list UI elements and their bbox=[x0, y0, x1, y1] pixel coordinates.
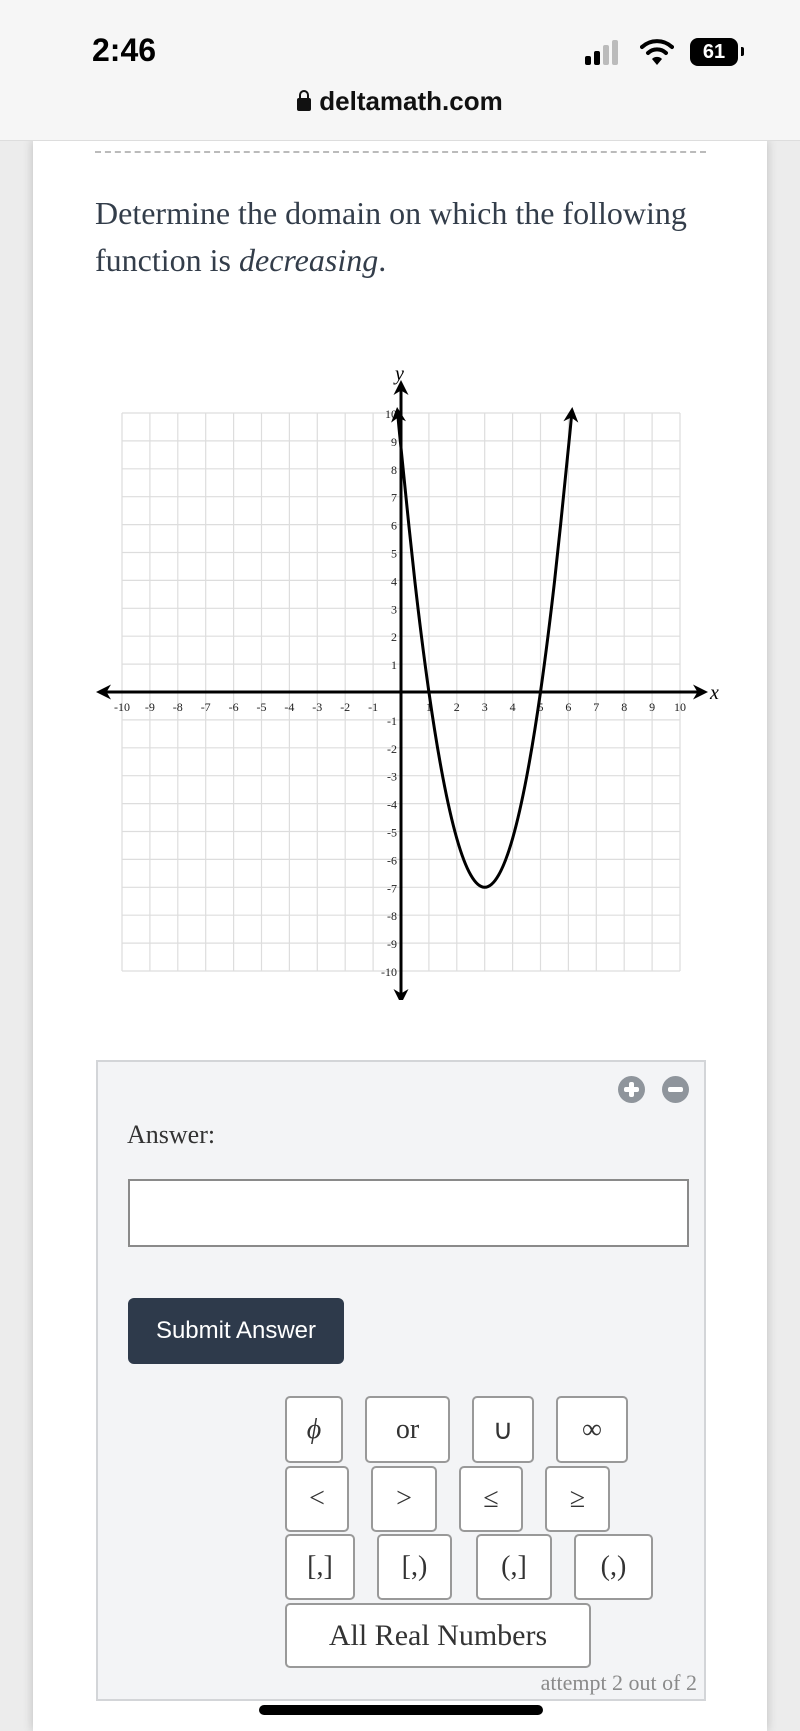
x-tick-label: 3 bbox=[482, 700, 488, 714]
y-tick-label: 4 bbox=[391, 574, 397, 588]
x-tick-label: -6 bbox=[229, 700, 239, 714]
key-infinity[interactable]: ∞ bbox=[556, 1396, 628, 1463]
key-open-interval[interactable]: (,) bbox=[574, 1534, 653, 1600]
y-tick-label: -10 bbox=[381, 965, 397, 979]
x-tick-label: -4 bbox=[284, 700, 294, 714]
cellular-signal-icon bbox=[585, 40, 618, 65]
y-tick-label: -4 bbox=[387, 798, 397, 812]
y-tick-label: 8 bbox=[391, 463, 397, 477]
key-all-real-numbers[interactable]: All Real Numbers bbox=[285, 1603, 591, 1668]
key-or[interactable]: or bbox=[365, 1396, 450, 1463]
home-indicator[interactable] bbox=[259, 1705, 543, 1715]
key-open-closed-interval[interactable]: (,] bbox=[476, 1534, 552, 1600]
x-tick-label: -8 bbox=[173, 700, 183, 714]
status-bar: 2:46 61 deltamath.com bbox=[0, 0, 800, 141]
y-tick-label: -5 bbox=[387, 826, 397, 840]
y-tick-label: 1 bbox=[391, 658, 397, 672]
y-tick-label: 3 bbox=[391, 602, 397, 616]
y-tick-label: -6 bbox=[387, 853, 397, 867]
x-tick-label: -10 bbox=[114, 700, 130, 714]
key-closed-open-interval[interactable]: [,) bbox=[377, 1534, 452, 1600]
y-tick-label: 2 bbox=[391, 630, 397, 644]
address-bar[interactable]: deltamath.com bbox=[0, 86, 800, 117]
y-tick-label: -1 bbox=[387, 714, 397, 728]
key-union[interactable]: ∪ bbox=[472, 1396, 534, 1463]
y-axis-label: y bbox=[393, 363, 404, 385]
key-greater-than[interactable]: > bbox=[371, 1466, 437, 1532]
question-suffix: . bbox=[378, 242, 387, 278]
question-emphasis: decreasing bbox=[238, 242, 379, 278]
lock-icon bbox=[297, 90, 312, 111]
attempt-counter: attempt 2 out of 2 bbox=[540, 1670, 697, 1695]
battery-indicator: 61 bbox=[690, 38, 738, 66]
answer-label: Answer: bbox=[127, 1120, 216, 1149]
key-greater-equal[interactable]: ≥ bbox=[545, 1466, 610, 1532]
x-tick-label: 4 bbox=[510, 700, 516, 714]
y-tick-label: -8 bbox=[387, 909, 397, 923]
y-tick-label: 10 bbox=[385, 407, 397, 421]
y-tick-label: 5 bbox=[391, 547, 397, 561]
x-tick-label: 9 bbox=[649, 700, 655, 714]
wifi-icon bbox=[640, 39, 674, 65]
y-tick-label: 6 bbox=[391, 519, 397, 533]
clock: 2:46 bbox=[92, 32, 157, 68]
x-tick-label: 8 bbox=[621, 700, 627, 714]
x-tick-label: 2 bbox=[454, 700, 460, 714]
x-tick-label: 7 bbox=[593, 700, 599, 714]
battery-nub bbox=[741, 47, 744, 56]
key-less-than[interactable]: < bbox=[285, 1466, 349, 1532]
url-text: deltamath.com bbox=[319, 86, 503, 116]
x-tick-label: 6 bbox=[565, 700, 571, 714]
x-tick-label: -7 bbox=[201, 700, 211, 714]
question-text: Determine the domain on which the follow… bbox=[95, 190, 715, 284]
y-tick-label: -2 bbox=[387, 742, 397, 756]
submit-answer-button[interactable]: Submit Answer bbox=[128, 1298, 344, 1364]
key-closed-interval[interactable]: [,] bbox=[285, 1534, 355, 1600]
y-tick-label: 7 bbox=[391, 491, 397, 505]
divider bbox=[95, 151, 706, 153]
plus-circle-icon[interactable] bbox=[618, 1076, 645, 1103]
key-empty-set[interactable]: ϕ bbox=[285, 1396, 343, 1463]
x-axis-label: x bbox=[709, 682, 719, 704]
question-prefix: Determine the domain on which the follow… bbox=[95, 195, 687, 278]
y-tick-label: -9 bbox=[387, 937, 397, 951]
key-less-equal[interactable]: ≤ bbox=[459, 1466, 523, 1532]
x-tick-label: -9 bbox=[145, 700, 155, 714]
x-tick-label: -2 bbox=[340, 700, 350, 714]
x-tick-label: -1 bbox=[368, 700, 378, 714]
y-tick-label: 9 bbox=[391, 435, 397, 449]
y-tick-label: -3 bbox=[387, 770, 397, 784]
answer-input[interactable] bbox=[128, 1179, 689, 1247]
x-tick-label: 10 bbox=[674, 700, 686, 714]
x-tick-label: -5 bbox=[257, 700, 267, 714]
minus-circle-icon[interactable] bbox=[662, 1076, 689, 1103]
x-tick-label: -3 bbox=[312, 700, 322, 714]
y-tick-label: -7 bbox=[387, 881, 397, 895]
function-graph: x y -10 -9 -8 -7 -6 -5 -4 -3 -2 -1 1 2 3 4 5 6 7 8 9 10 10 9 8 7 6… bbox=[96, 363, 719, 1000]
